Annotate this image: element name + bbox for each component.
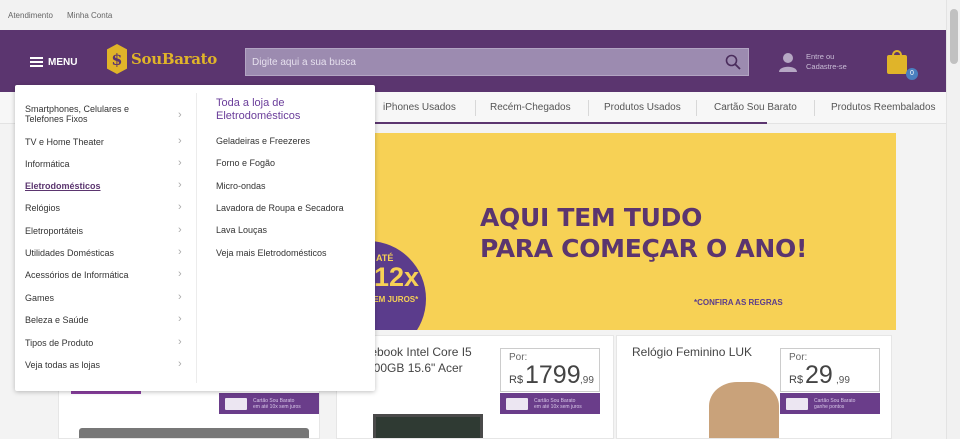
scrollbar-thumb[interactable] <box>950 9 958 64</box>
submenu-item-lava-loucas[interactable]: Lava Louças <box>216 225 267 235</box>
menu-item-eletroportateis[interactable]: Eletroportáteis <box>25 226 190 236</box>
submenu-item-micro-ondas[interactable]: Micro-ondas <box>216 181 266 191</box>
logo-text: SouBarato <box>131 50 217 68</box>
chevron-right-icon: › <box>178 246 182 258</box>
product-name: tebook Intel Core I5 500GB 15.6" Acer <box>367 345 472 375</box>
tab-cartao-sou-barato[interactable]: Cartão Sou Barato <box>714 102 797 113</box>
tab-iphones-usados[interactable]: iPhones Usados <box>383 102 456 113</box>
product-card[interactable]: tebook Intel Core I5 500GB 15.6" Acer Por… <box>336 335 614 439</box>
menu-item-tv-home-theater[interactable]: TV e Home Theater <box>25 137 190 147</box>
banner-rules-text[interactable]: *CONFIRA AS REGRAS <box>694 298 783 307</box>
chevron-right-icon: › <box>178 135 182 147</box>
submenu-item-lavadora[interactable]: Lavadora de Roupa e Secadora <box>216 203 344 213</box>
chevron-right-icon: › <box>178 268 182 280</box>
cart-button[interactable]: 0 <box>887 50 918 80</box>
chevron-right-icon: › <box>178 109 182 121</box>
circle-big-text: 12x <box>374 262 420 292</box>
chevron-right-icon: › <box>178 336 182 348</box>
menu-divider <box>196 93 197 383</box>
site-logo[interactable]: $ SouBarato <box>107 44 217 74</box>
product-name: Relógio Feminino LUK <box>632 345 753 359</box>
shopping-bag-icon <box>887 55 907 74</box>
chevron-right-icon: › <box>178 224 182 236</box>
product-card[interactable]: Relógio Feminino LUK Por: R$ 29 ,99 Cart… <box>616 335 892 439</box>
promo-banner[interactable]: ATÉ 12x SEM JUROS* AQUI TEM TUDO PARA CO… <box>372 133 896 330</box>
login-text: Entre ou <box>806 52 835 61</box>
link-atendimento[interactable]: Atendimento <box>8 11 53 20</box>
page-scrollbar[interactable] <box>946 0 960 439</box>
nav-separator <box>588 100 589 116</box>
submenu-heading-link[interactable]: Toda a loja de Eletrodomésticos <box>216 97 356 123</box>
menu-item-utilidades-domesticas[interactable]: Utilidades Domésticas <box>25 248 190 258</box>
submenu-item-forno-fogao[interactable]: Forno e Fogão <box>216 158 275 168</box>
top-utility-bar: Atendimento Minha Conta <box>0 0 946 30</box>
submenu-item-veja-mais[interactable]: Veja mais Eletrodomésticos <box>216 248 327 258</box>
main-header: MENU $ SouBarato Entre ou Cadastre-se 0 <box>0 30 946 92</box>
hamburger-icon <box>30 57 43 67</box>
card-badge: Cartão Sou Barato em até 10x sem juros <box>219 393 319 414</box>
search-bar <box>245 48 749 76</box>
nav-separator <box>475 100 476 116</box>
chevron-right-icon: › <box>178 157 182 169</box>
menu-item-acessorios-informatica[interactable]: Acessórios de Informática <box>25 270 190 280</box>
menu-label: MENU <box>48 56 78 68</box>
menu-button[interactable]: MENU <box>30 54 77 70</box>
mega-menu: Smartphones, Celulares e Telefones Fixos … <box>15 85 375 391</box>
banner-headline-1: AQUI TEM TUDO <box>480 203 703 232</box>
chevron-right-icon: › <box>178 179 182 191</box>
search-input[interactable] <box>246 49 716 75</box>
card-badge: Cartão Sou Barato em até 10x sem juros <box>500 393 600 414</box>
credit-card-icon <box>786 398 808 410</box>
circle-bottom-text: SEM JUROS* <box>372 295 419 304</box>
chevron-right-icon: › <box>178 313 182 325</box>
search-icon[interactable] <box>725 54 741 70</box>
tab-recem-chegados[interactable]: Recém-Chegados <box>490 102 571 113</box>
submenu-item-geladeiras[interactable]: Geladeiras e Freezeres <box>216 136 310 146</box>
cart-count-badge: 0 <box>906 68 918 80</box>
menu-item-relogios[interactable]: Relógios <box>25 203 190 213</box>
credit-card-icon <box>225 398 247 410</box>
menu-item-todas-lojas[interactable]: Veja todas as lojas <box>25 360 190 370</box>
menu-item-informatica[interactable]: Informática <box>25 159 190 169</box>
product-image <box>79 428 309 438</box>
nav-separator <box>814 100 815 116</box>
banner-headline-2: PARA COMEÇAR O ANO! <box>480 234 808 263</box>
price-value: 1799 <box>525 361 581 389</box>
link-minha-conta[interactable]: Minha Conta <box>67 11 112 20</box>
menu-item-eletrodomesticos[interactable]: Eletrodomésticos <box>25 181 190 191</box>
product-image-laptop <box>373 414 483 438</box>
installments-circle: ATÉ 12x SEM JUROS* <box>372 241 426 330</box>
chevron-right-icon: › <box>178 291 182 303</box>
menu-item-beleza-saude[interactable]: Beleza e Saúde <box>25 315 190 325</box>
signup-text: Cadastre-se <box>806 62 847 71</box>
user-icon <box>779 53 797 72</box>
card-badge: Cartão Sou Barato ganhe pontos <box>780 393 880 414</box>
chevron-right-icon: › <box>178 358 182 370</box>
tab-produtos-reembalados[interactable]: Produtos Reembalados <box>831 102 936 113</box>
nav-separator <box>696 100 697 116</box>
credit-card-icon <box>506 398 528 410</box>
menu-item-tipos-produto[interactable]: Tipos de Produto <box>25 338 190 348</box>
price-value: 29 <box>805 361 833 389</box>
nav-active-underline <box>370 122 767 124</box>
product-image-watch <box>709 382 779 438</box>
account-link[interactable]: Entre ou Cadastre-se <box>778 52 847 72</box>
menu-item-games[interactable]: Games <box>25 293 190 303</box>
price-box: Por: R$ 29 ,99 <box>780 348 880 392</box>
menu-item-smartphones[interactable]: Smartphones, Celulares e Telefones Fixos <box>25 104 190 124</box>
chevron-right-icon: › <box>178 201 182 213</box>
logo-shield-icon: $ <box>107 44 127 74</box>
price-box: Por: R$ 1799 ,99 <box>500 348 600 392</box>
tab-produtos-usados[interactable]: Produtos Usados <box>604 102 681 113</box>
